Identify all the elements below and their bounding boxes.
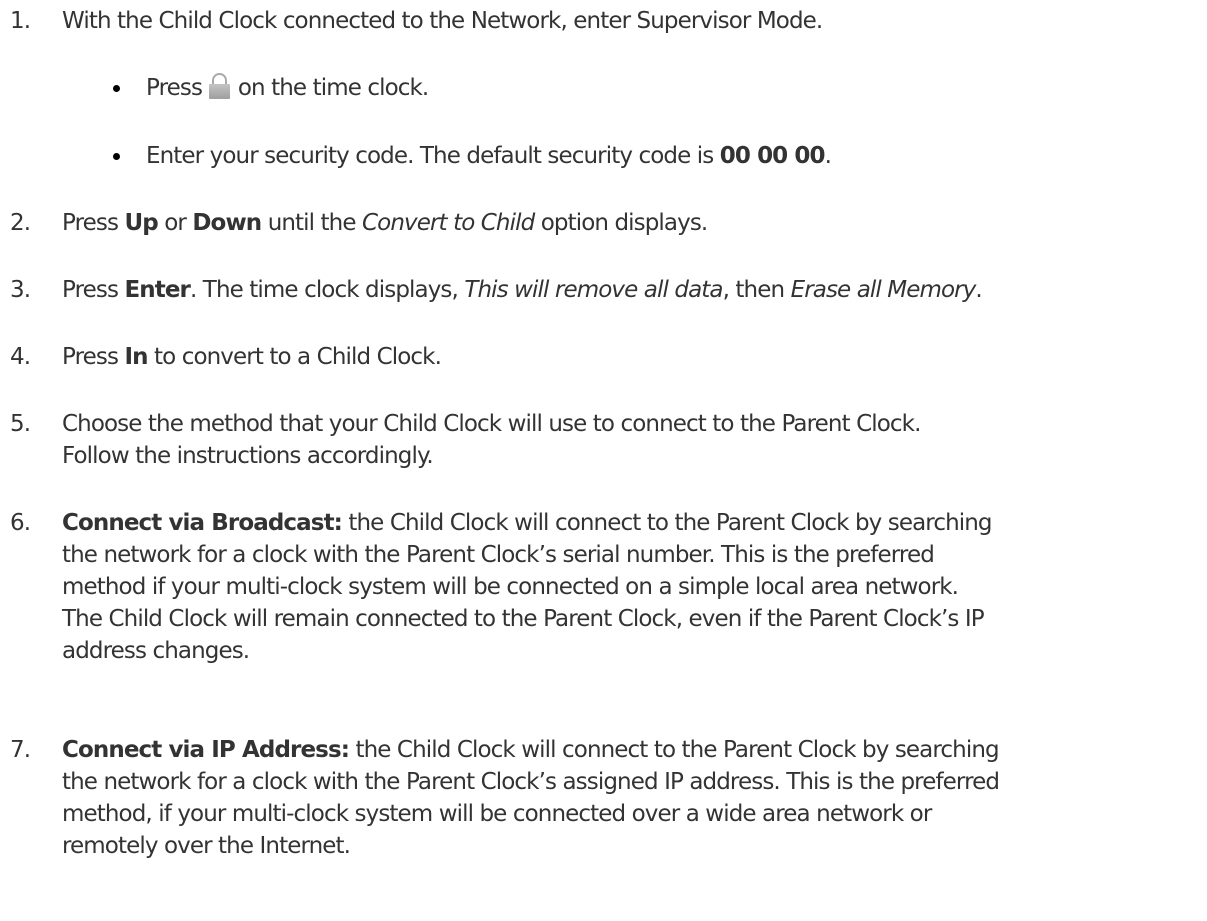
step-number: 7. [10, 737, 31, 763]
default-security-code: 00 00 00 [719, 143, 826, 169]
step-number: 5. [10, 411, 31, 437]
step-text: Press Up or Down until the Convert to Ch… [62, 210, 708, 236]
step-number: 1. [10, 8, 31, 34]
sub-step-text: Enter your security code. The default se… [146, 143, 832, 169]
sub-step-text: Press on the time clock. [146, 73, 429, 101]
lock-icon [209, 73, 231, 99]
method-ip-address-label: Connect via IP Address: [62, 737, 350, 763]
step-number: 4. [10, 344, 31, 370]
step-text: Press In to convert to a Child Clock. [62, 344, 442, 370]
bullet-icon [113, 85, 120, 92]
step-text: With the Child Clock connected to the Ne… [62, 8, 823, 34]
step-text: Choose the method that your Child Clock … [62, 411, 921, 469]
bullet-icon [113, 153, 120, 160]
method-broadcast-label: Connect via Broadcast: [62, 510, 343, 536]
step-text: Press Enter. The time clock displays, Th… [62, 277, 983, 303]
step-number: 6. [10, 510, 31, 536]
step-text: Connect via IP Address: the Child Clock … [62, 737, 1000, 859]
instructions-document: 1. With the Child Clock connected to the… [0, 0, 1207, 921]
step-number: 3. [10, 277, 31, 303]
step-number: 2. [10, 210, 31, 236]
step-text: Connect via Broadcast: the Child Clock w… [62, 510, 993, 664]
